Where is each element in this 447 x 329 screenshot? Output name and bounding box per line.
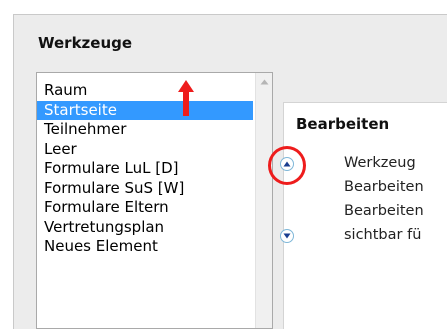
- panel-title: Werkzeuge: [38, 34, 133, 52]
- annotation-arrow-icon: [178, 80, 194, 116]
- list-item-formulare-sus[interactable]: Formulare SuS [W]: [37, 179, 253, 199]
- list-item-startseite[interactable]: Startseite: [37, 100, 253, 120]
- list-item-formulare-eltern[interactable]: Formulare Eltern: [37, 198, 253, 218]
- row-text-werkzeug: Werkzeug: [344, 155, 416, 171]
- triangle-up-icon: [260, 79, 268, 84]
- annotation-circle: [268, 146, 306, 185]
- vertical-scrollbar[interactable]: [255, 73, 272, 328]
- row-text-sichtbar: sichtbar fü: [344, 227, 422, 243]
- tool-listbox[interactable]: Raum Startseite Teilnehmer Leer Formular…: [36, 72, 273, 329]
- list-item-teilnehmer[interactable]: Teilnehmer: [37, 120, 253, 140]
- list-item-raum[interactable]: Raum: [37, 81, 253, 101]
- move-down-button[interactable]: [280, 229, 294, 243]
- list-item-leer[interactable]: Leer: [37, 140, 253, 160]
- row-text-bearbeiten-2: Bearbeiten: [344, 203, 424, 219]
- list-item-formulare-lul[interactable]: Formulare LuL [D]: [37, 159, 253, 179]
- arrow-down-icon: [283, 233, 291, 239]
- list-item-vertretungsplan[interactable]: Vertretungsplan: [37, 218, 253, 238]
- row-text-bearbeiten-1: Bearbeiten: [344, 179, 424, 195]
- scroll-up-button[interactable]: [256, 73, 272, 90]
- section-title: Bearbeiten: [296, 115, 390, 133]
- edit-panel: Bearbeiten Werkzeug Bearbeiten Bearbeite…: [283, 102, 447, 329]
- list-item-neues-element[interactable]: Neues Element: [37, 237, 253, 257]
- tool-list: Raum Startseite Teilnehmer Leer Formular…: [37, 81, 253, 257]
